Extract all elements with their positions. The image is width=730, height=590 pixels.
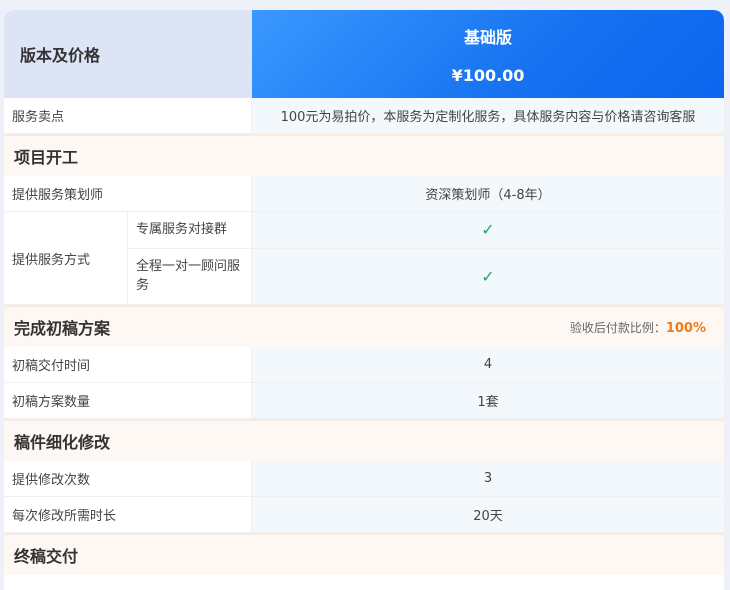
service-point-value: 100元为易拍价，本服务为定制化服务，具体服务内容与价格请咨询客服 (252, 98, 724, 133)
draft-count-label: 初稿方案数量 (4, 383, 252, 418)
service-method-group: 提供服务方式 专属服务对接群 ✓ 全程一对一顾问服务 ✓ (4, 212, 724, 305)
section-title: 终稿交付 (14, 547, 79, 566)
draft-time-row: 初稿交付时间 4 (4, 347, 724, 383)
service-point-label: 服务卖点 (4, 98, 252, 133)
method-value: ✓ (252, 248, 724, 304)
planner-row: 提供服务策划师 资深策划师（4-8年） (4, 176, 724, 212)
revise-count-label: 提供修改次数 (4, 461, 252, 496)
section-kickoff: 项目开工 (4, 134, 724, 176)
revise-count-row: 提供修改次数 3 (4, 461, 724, 497)
revise-count-value: 3 (252, 461, 724, 496)
planner-value: 资深策划师（4-8年） (252, 176, 724, 211)
payment-ratio-value: 100% (665, 320, 706, 336)
version-price-heading: 版本及价格 (4, 10, 252, 98)
method-value: ✓ (252, 212, 724, 248)
pricing-header: 版本及价格 基础版 ¥100.00 (4, 10, 724, 98)
check-icon: ✓ (481, 220, 495, 240)
plan-price: ¥100.00 (451, 65, 525, 85)
section-draft: 完成初稿方案 验收后付款比例：100% (4, 305, 724, 347)
method-row: 全程一对一顾问服务 ✓ (128, 248, 724, 304)
section-title: 项目开工 (14, 148, 79, 167)
method-row: 专属服务对接群 ✓ (128, 212, 724, 249)
revise-duration-value: 20天 (252, 497, 724, 532)
section-title: 稿件细化修改 (14, 433, 111, 452)
section-title: 完成初稿方案 (14, 319, 111, 338)
method-label: 全程一对一顾问服务 (128, 248, 252, 304)
draft-count-row: 初稿方案数量 1套 (4, 383, 724, 419)
revise-duration-label: 每次修改所需时长 (4, 497, 252, 532)
draft-count-value: 1套 (252, 383, 724, 418)
service-point-row: 服务卖点 100元为易拍价，本服务为定制化服务，具体服务内容与价格请咨询客服 (4, 98, 724, 134)
draft-time-value: 4 (252, 347, 724, 382)
plan-name: 基础版 (463, 27, 512, 47)
payment-ratio: 验收后付款比例：100% (570, 319, 706, 336)
plan-column-header[interactable]: 基础版 ¥100.00 (252, 10, 724, 98)
payment-ratio-label: 验收后付款比例： (569, 320, 666, 335)
draft-time-label: 初稿交付时间 (4, 347, 252, 382)
section-revise: 稿件细化修改 (4, 419, 724, 461)
pricing-table: 版本及价格 基础版 ¥100.00 服务卖点 100元为易拍价，本服务为定制化服… (4, 10, 724, 590)
revise-duration-row: 每次修改所需时长 20天 (4, 497, 724, 533)
check-icon: ✓ (481, 266, 495, 286)
method-label: 专属服务对接群 (128, 212, 252, 248)
planner-label: 提供服务策划师 (4, 176, 252, 211)
service-method-label: 提供服务方式 (4, 212, 128, 304)
section-final: 终稿交付 (4, 533, 724, 575)
